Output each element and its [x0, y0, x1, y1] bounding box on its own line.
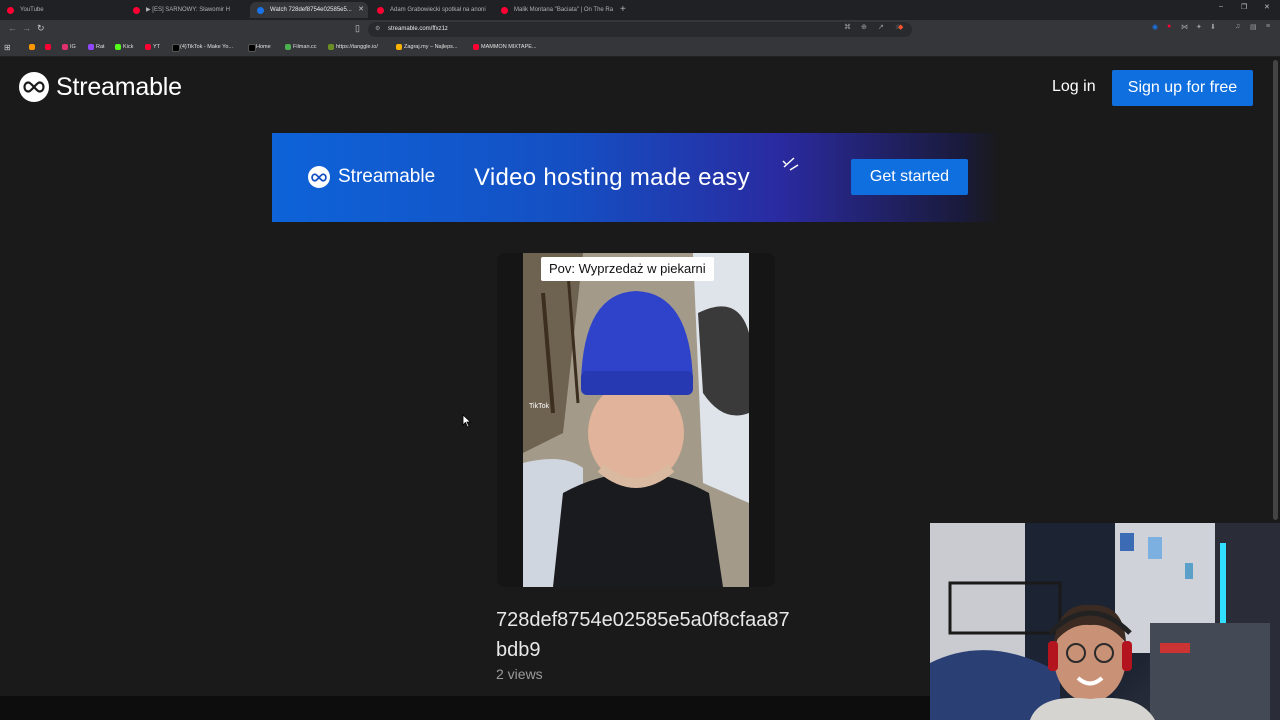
sidebar-icon[interactable]: ▤ — [1250, 23, 1257, 31]
sparkle-icon — [782, 157, 799, 171]
view-count: 2 views — [496, 666, 543, 682]
tab-label: Adam Grabowiecki spotkał na anoni — [390, 7, 486, 13]
zoom-icon[interactable]: ⊕ — [861, 23, 867, 31]
tab-label: ▶ [ES] SARNOWY: Sławomir H — [146, 7, 230, 13]
banner-logo-text: Streamable — [338, 166, 436, 187]
tab-youtube[interactable]: YouTube — [0, 2, 125, 18]
bookmark-yt[interactable]: YT — [145, 39, 160, 56]
youtube-icon — [473, 44, 479, 50]
address-bar[interactable]: ⚙ streamable.com/ffxz1z — [368, 22, 912, 37]
tab-malik[interactable]: Malik Montana "Baciata" | On The Ra — [494, 2, 616, 18]
instagram-icon — [62, 44, 68, 50]
brave-shield-icon[interactable]: ◆ — [898, 23, 903, 31]
x-icon — [248, 44, 256, 52]
login-link[interactable]: Log in — [1052, 78, 1096, 96]
logo-text: Streamable — [56, 72, 182, 101]
audio-icon[interactable]: ◉ — [1152, 23, 1158, 31]
translate-icon[interactable]: ⌘ — [844, 23, 851, 31]
tab-sarnowy[interactable]: ▶ [ES] SARNOWY: Sławomir H — [126, 2, 248, 18]
kick-icon — [115, 44, 121, 50]
banner-tagline: Video hosting made easy — [474, 164, 750, 191]
video-caption: Pov: Wyprzedaż w piekarni — [541, 257, 714, 281]
youtube-favicon-icon — [501, 7, 508, 14]
bookmark-tiktok[interactable]: (4)TikTok - Make Yo... — [172, 39, 233, 56]
close-window-button[interactable]: ✕ — [1264, 3, 1270, 11]
bookmarks-bar: ⊞ IG Rat Kick YT (4)TikTok - Make Yo... … — [0, 39, 1280, 57]
maximize-button[interactable]: ❐ — [1241, 3, 1247, 11]
tab-label: Watch 728def8754e02585e5... — [270, 7, 352, 13]
new-tab-button[interactable]: + — [620, 2, 626, 18]
bookmark-home[interactable]: Home — [248, 39, 271, 56]
download-icon[interactable]: ⬇ — [1210, 23, 1216, 31]
menu-icon[interactable]: ≡ — [1266, 23, 1270, 30]
infinity-logo-icon — [19, 72, 49, 102]
youtube-icon — [145, 44, 151, 50]
infinity-logo-icon — [308, 166, 330, 188]
tab-grabowiecki[interactable]: Adam Grabowiecki spotkał na anoni — [370, 2, 492, 18]
zagraj-icon — [396, 44, 402, 50]
extension-icon[interactable]: ⋈ — [1181, 23, 1188, 31]
bookmark-kick[interactable]: Kick — [115, 39, 133, 56]
video-thumbnail — [523, 253, 749, 587]
forward-arrow-icon[interactable]: → — [22, 23, 31, 33]
bookmark-filman[interactable]: Filman.cc — [285, 39, 317, 56]
banner-logo: Streamable — [308, 166, 435, 188]
page-scrollbar[interactable] — [1273, 60, 1278, 520]
twitch-icon — [88, 44, 94, 50]
site-logo[interactable]: Streamable — [19, 72, 182, 102]
reload-icon[interactable]: ↻ — [37, 23, 45, 34]
bookmark-mammon[interactable]: MAMMON MIXTAPE... — [473, 39, 537, 56]
site-info-icon[interactable]: ⚙ — [375, 25, 380, 32]
webcam-feed — [930, 523, 1280, 720]
tiktok-watermark: TikTok — [529, 403, 549, 410]
get-started-button[interactable]: Get started — [851, 159, 968, 195]
youtube-favicon-icon — [133, 7, 140, 14]
apps-grid-icon[interactable]: ⊞ — [4, 39, 11, 56]
tab-label: Malik Montana "Baciata" | On The Ra — [514, 7, 614, 13]
tanggle-icon — [328, 44, 334, 50]
url-text: streamable.com/ffxz1z — [388, 26, 448, 32]
bookmark-zagraj[interactable]: Zagraj.my – Najleps... — [396, 39, 458, 56]
tiktok-icon — [172, 44, 180, 52]
tab-streamable[interactable]: Watch 728def8754e02585e5... ✕ — [250, 2, 368, 18]
webcam-overlay — [930, 523, 1280, 720]
puzzle-icon[interactable]: ✦ — [1196, 23, 1202, 31]
bookmark-favicon-icon — [29, 44, 35, 50]
tab-strip: YouTube ▶ [ES] SARNOWY: Sławomir H Watch… — [0, 0, 1280, 20]
filman-icon — [285, 44, 291, 50]
media-icon[interactable]: ♫ — [1235, 23, 1240, 30]
mouse-cursor-icon — [462, 414, 472, 428]
video-frame[interactable]: Pov: Wyprzedaż w piekarni TikTok — [523, 253, 749, 587]
promo-banner[interactable]: Streamable Video hosting made easy Get s… — [272, 133, 1000, 222]
bookmark-star-icon[interactable]: ▯ — [355, 23, 360, 34]
youtube-favicon-icon — [7, 7, 14, 14]
minimize-button[interactable]: – — [1219, 3, 1223, 10]
streamable-favicon-icon — [257, 7, 264, 14]
video-title: 728def8754e02585e5a0f8cfaa87bdb9 — [496, 609, 790, 661]
tab-label: YouTube — [20, 7, 44, 13]
bookmark-ig[interactable]: IG — [62, 39, 76, 56]
back-arrow-icon[interactable]: ← — [8, 23, 17, 33]
share-icon[interactable]: ↗ — [878, 23, 884, 31]
signup-button[interactable]: Sign up for free — [1112, 70, 1253, 106]
video-player[interactable]: Pov: Wyprzedaż w piekarni TikTok — [497, 253, 775, 587]
bookmark-tanggle[interactable]: https://tanggle.io/ — [328, 39, 378, 56]
bookmark-favicon-icon — [45, 44, 51, 50]
youtube-favicon-icon — [377, 7, 384, 14]
extension-red-icon[interactable]: ● — [1167, 23, 1171, 30]
taskbar-strip — [0, 696, 930, 720]
bookmark-rat[interactable]: Rat — [88, 39, 105, 56]
close-tab-icon[interactable]: ✕ — [358, 2, 364, 18]
